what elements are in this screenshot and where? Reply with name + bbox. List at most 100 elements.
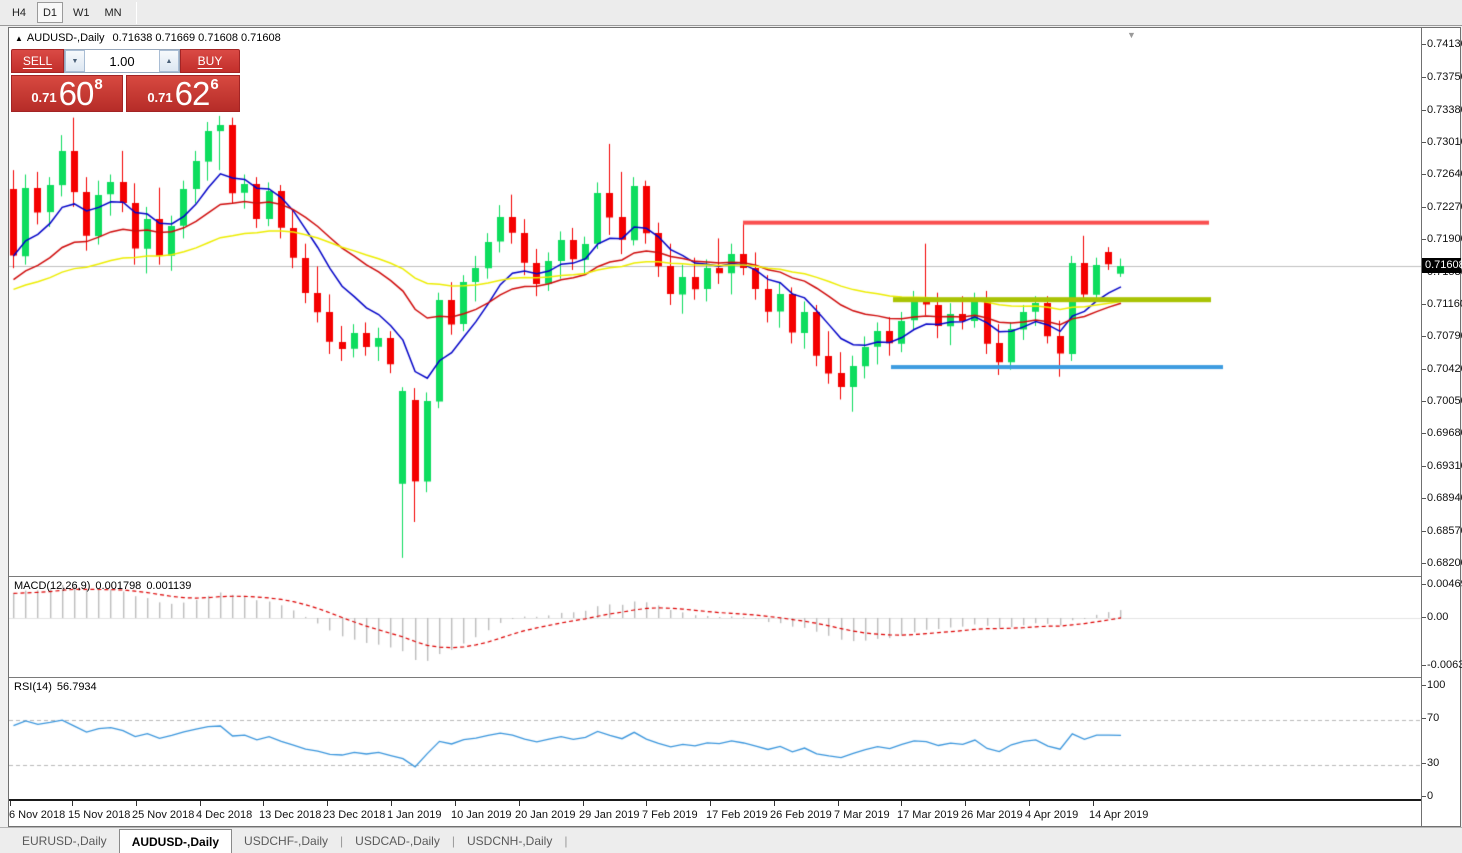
price-axis-label: 0.68200 — [1427, 557, 1462, 569]
price-axis-label: 0.72270 — [1427, 201, 1462, 213]
time-axis-tick — [10, 801, 11, 806]
tab-eurusd[interactable]: EURUSD-,Daily — [10, 828, 119, 853]
price-axis-label: 0.69680 — [1427, 427, 1462, 439]
volume-input[interactable]: 1.00 — [85, 50, 159, 72]
macd-axis-label-tick — [1422, 584, 1426, 585]
price-axis-label-tick — [1422, 466, 1426, 467]
timeframe-toolbar: H4D1W1MN — [0, 0, 1462, 26]
collapse-panel-icon[interactable]: ▲ — [15, 34, 23, 43]
macd-main-value: 0.001798 — [95, 580, 141, 592]
timeframe-button-w1[interactable]: W1 — [68, 2, 95, 23]
time-axis-tick — [1093, 801, 1094, 806]
one-click-trading-panel: SELL ▼ 1.00 ▲ BUY 0.71 60 8 0.71 — [11, 49, 240, 112]
price-axis-label-tick — [1422, 207, 1426, 208]
sell-price-quote[interactable]: 0.71 60 8 — [11, 75, 123, 112]
price-axis-label-tick — [1422, 304, 1426, 305]
sell-price-pip-digit: 8 — [94, 76, 102, 93]
time-axis-tick — [263, 801, 264, 806]
time-axis-tick — [519, 801, 520, 806]
price-axis-label: 0.70790 — [1427, 330, 1462, 342]
chart-symbol-label: AUDUSD-,Daily — [27, 32, 105, 44]
trading-terminal: H4D1W1MN ▲ AUDUSD-,Daily 0.71638 0.71669 0… — [0, 0, 1462, 853]
price-axis-label: 0.68940 — [1427, 492, 1462, 504]
rsi-axis-label-tick — [1422, 685, 1426, 686]
time-axis-label: 1 Jan 2019 — [387, 809, 441, 821]
buy-button[interactable]: BUY — [180, 49, 240, 73]
macd-indicator-pane[interactable]: MACD(12,26,9) 0.001798 0.001139 — [9, 576, 1421, 677]
time-axis-tick — [901, 801, 902, 806]
volume-spinner: ▼ 1.00 ▲ — [64, 49, 180, 73]
macd-axis-label-tick — [1422, 665, 1426, 666]
chart-shift-marker-icon[interactable]: ▼ — [1127, 30, 1136, 40]
price-chart-pane[interactable]: ▲ AUDUSD-,Daily 0.71638 0.71669 0.71608 0.… — [9, 28, 1421, 576]
sell-price-base: 0.71 — [31, 90, 56, 105]
rsi-axis-label: 0 — [1427, 790, 1433, 802]
price-axis-label: 0.74130 — [1427, 38, 1462, 50]
price-axis[interactable]: 0.71608 0.741300.737500.733800.730100.72… — [1421, 28, 1460, 826]
price-axis-label-tick — [1422, 401, 1426, 402]
macd-indicator-label: MACD(12,26,9) 0.001798 0.001139 — [14, 580, 196, 592]
tab-usdchf[interactable]: USDCHF-,Daily — [232, 828, 340, 853]
price-axis-label-tick — [1422, 110, 1426, 111]
timeframe-button-mn[interactable]: MN — [100, 2, 127, 23]
volume-increase-button[interactable]: ▲ — [159, 50, 179, 72]
time-axis-tick — [646, 801, 647, 806]
price-axis-label: 0.70050 — [1427, 395, 1462, 407]
rsi-axis-label: 100 — [1427, 679, 1445, 691]
time-axis-tick — [327, 801, 328, 806]
time-axis-tick — [710, 801, 711, 806]
chart-tabs-bar: EURUSD-,DailyAUDUSD-,DailyUSDCHF-,Daily |… — [0, 827, 1462, 853]
time-axis-label: 29 Jan 2019 — [579, 809, 640, 821]
price-axis-label-tick — [1422, 531, 1426, 532]
tab-usdcnh[interactable]: USDCNH-,Daily — [455, 828, 564, 853]
chart-title: ▲ AUDUSD-,Daily 0.71638 0.71669 0.71608 0.… — [15, 32, 281, 44]
buy-price-quote[interactable]: 0.71 62 6 — [126, 75, 240, 112]
time-axis[interactable]: 6 Nov 201815 Nov 201825 Nov 20184 Dec 20… — [9, 799, 1421, 826]
chart-ohlc-values: 0.71638 0.71669 0.71608 0.71608 — [113, 32, 281, 44]
price-axis-label-tick — [1422, 369, 1426, 370]
price-axis-label: 0.71160 — [1427, 298, 1462, 310]
time-axis-tick — [72, 801, 73, 806]
price-axis-label: 0.73010 — [1427, 136, 1462, 148]
price-axis-label-tick — [1422, 239, 1426, 240]
tab-separator: | — [564, 828, 567, 853]
chart-window: ▲ AUDUSD-,Daily 0.71638 0.71669 0.71608 0.… — [8, 27, 1461, 827]
time-axis-label: 26 Feb 2019 — [770, 809, 832, 821]
time-axis-tick — [774, 801, 775, 806]
toolbar-separator — [136, 2, 137, 24]
macd-axis-label-tick — [1422, 617, 1426, 618]
price-axis-label-tick — [1422, 433, 1426, 434]
macd-canvas[interactable] — [9, 578, 1421, 678]
price-axis-label-tick — [1422, 142, 1426, 143]
tab-usdcad[interactable]: USDCAD-,Daily — [343, 828, 452, 853]
rsi-indicator-label: RSI(14)56.7934 — [14, 681, 102, 693]
price-axis-label-tick — [1422, 44, 1426, 45]
timeframe-button-h4[interactable]: H4 — [6, 2, 32, 23]
price-axis-label-tick — [1422, 563, 1426, 564]
volume-decrease-button[interactable]: ▼ — [65, 50, 85, 72]
macd-signal-value: 0.001139 — [146, 580, 191, 592]
price-axis-label-tick — [1422, 336, 1426, 337]
time-axis-tick — [391, 801, 392, 806]
current-price-tag: 0.71608 — [1422, 258, 1461, 273]
tab-audusd[interactable]: AUDUSD-,Daily — [119, 829, 232, 853]
time-axis-label: 7 Feb 2019 — [642, 809, 698, 821]
sell-price-big-digits: 60 — [59, 75, 94, 113]
rsi-indicator-pane[interactable]: RSI(14)56.7934 — [9, 677, 1421, 799]
rsi-axis-label: 30 — [1427, 757, 1439, 769]
buy-price-pip-digit: 6 — [210, 76, 218, 93]
timeframe-button-d1[interactable]: D1 — [37, 2, 63, 23]
time-axis-tick — [136, 801, 137, 806]
macd-name: MACD(12,26,9) — [14, 580, 90, 592]
price-axis-label: 0.73750 — [1427, 71, 1462, 83]
rsi-canvas[interactable] — [9, 679, 1421, 799]
rsi-axis-label-tick — [1422, 796, 1426, 797]
time-axis-label: 17 Feb 2019 — [706, 809, 768, 821]
time-axis-tick — [200, 801, 201, 806]
price-axis-label-tick — [1422, 77, 1426, 78]
time-axis-label: 26 Mar 2019 — [961, 809, 1023, 821]
time-axis-label: 4 Apr 2019 — [1025, 809, 1078, 821]
time-axis-label: 15 Nov 2018 — [68, 809, 130, 821]
sell-button[interactable]: SELL — [11, 49, 64, 73]
rsi-axis-label: 70 — [1427, 712, 1439, 724]
